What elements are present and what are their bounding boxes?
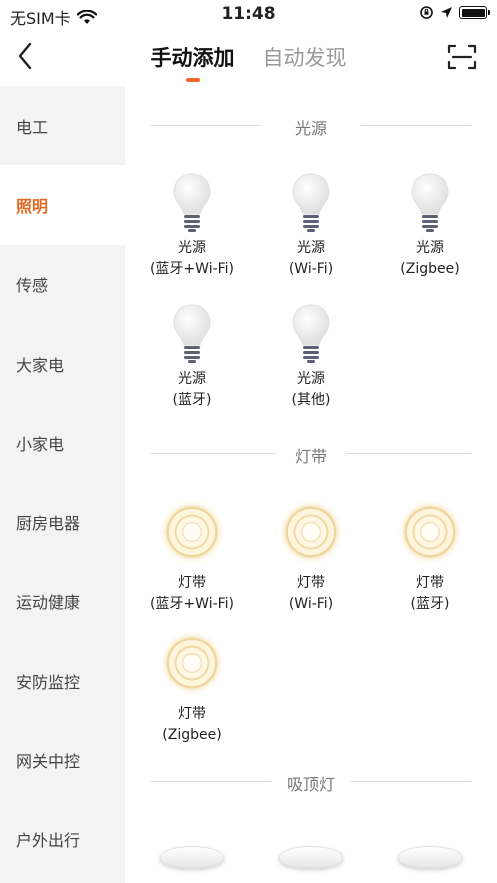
device-tile[interactable] xyxy=(252,826,370,883)
sidebar-item-electrician[interactable]: 电工 xyxy=(0,86,125,165)
sidebar-item-label: 电工 xyxy=(16,117,49,137)
sidebar-item-lighting[interactable]: 照明 xyxy=(0,165,125,245)
device-grid: 光源 光源 (蓝牙+Wi-Fi) 光源 (Wi-Fi) 光源 (Zigbee) xyxy=(125,86,497,883)
device-tile[interactable]: 灯带 (蓝牙+Wi-Fi) xyxy=(133,500,251,615)
sidebar-item-security[interactable]: 安防监控 xyxy=(0,641,125,720)
device-tile[interactable] xyxy=(371,826,489,883)
sidebar-item-large-appliances[interactable]: 大家电 xyxy=(0,324,125,403)
tab-auto-discover[interactable]: 自动发现 xyxy=(249,42,361,72)
sidebar-item-label: 厨房电器 xyxy=(16,514,81,534)
device-variant: (蓝牙) xyxy=(172,392,212,408)
rotation-lock-icon xyxy=(420,6,433,19)
section-title: 吸顶灯 xyxy=(276,775,345,794)
device-name: 灯带 xyxy=(178,706,206,722)
nav-bar: 手动添加 自动发现 xyxy=(0,30,497,84)
sidebar-item-outdoor[interactable]: 户外出行 xyxy=(0,800,125,879)
light-bulb-icon xyxy=(160,170,224,234)
light-strip-icon xyxy=(284,505,338,559)
device-name: 灯带 xyxy=(297,575,325,591)
sidebar-item-kitchen-appliances[interactable]: 厨房电器 xyxy=(0,482,125,561)
location-arrow-icon xyxy=(441,7,452,18)
sidebar-item-small-appliances[interactable]: 小家电 xyxy=(0,403,125,482)
device-name: 光源 xyxy=(178,240,206,256)
device-tile[interactable]: 灯带 (Wi-Fi) xyxy=(252,500,370,615)
device-variant: (其他) xyxy=(291,392,331,408)
device-tile[interactable]: 光源 (其他) xyxy=(252,301,370,411)
scan-icon[interactable] xyxy=(447,43,477,71)
device-variant: (蓝牙+Wi-Fi) xyxy=(149,596,235,612)
light-strip-icon xyxy=(165,636,219,690)
device-tile[interactable]: 光源 (蓝牙) xyxy=(133,301,251,411)
light-bulb-icon xyxy=(398,170,462,234)
device-name: 光源 xyxy=(297,371,325,387)
tab-label: 自动发现 xyxy=(262,46,347,70)
sidebar-item-label: 照明 xyxy=(16,196,49,216)
device-tile[interactable]: 灯带 (蓝牙) xyxy=(371,500,489,615)
device-name: 光源 xyxy=(297,240,325,256)
device-variant: (Zigbee) xyxy=(162,727,222,743)
tab-manual-add[interactable]: 手动添加 xyxy=(137,42,249,82)
section-header-ceiling-light: 吸顶灯 xyxy=(151,771,471,794)
category-sidebar: 电工 照明 传感 大家电 小家电 厨房电器 运动健康 安防监控 网关中控 户外出… xyxy=(0,86,125,883)
sidebar-item-sensors[interactable]: 传感 xyxy=(0,245,125,324)
section-title: 光源 xyxy=(284,119,337,138)
sidebar-item-label: 网关中控 xyxy=(16,752,81,772)
status-bar: 无SIM卡 11:48 xyxy=(0,0,497,30)
device-tile[interactable] xyxy=(133,826,251,883)
device-name: 光源 xyxy=(416,240,444,256)
sidebar-item-sports-health[interactable]: 运动健康 xyxy=(0,562,125,641)
sidebar-item-label: 安防监控 xyxy=(16,672,81,692)
section-header-light-strip: 灯带 xyxy=(151,443,471,466)
device-variant: (Wi-Fi) xyxy=(288,261,334,277)
device-tile[interactable]: 光源 (Wi-Fi) xyxy=(252,170,370,280)
tab-bar: 手动添加 自动发现 xyxy=(0,42,497,82)
active-tab-indicator xyxy=(185,78,200,82)
device-variant: (蓝牙) xyxy=(410,596,450,612)
light-bulb-icon xyxy=(160,301,224,365)
light-strip-icon xyxy=(165,505,219,559)
device-tile[interactable]: 光源 (Zigbee) xyxy=(371,170,489,280)
device-variant: (蓝牙+Wi-Fi) xyxy=(149,261,235,277)
light-bulb-icon xyxy=(279,301,343,365)
sidebar-item-gateway[interactable]: 网关中控 xyxy=(0,720,125,799)
light-strip-icon xyxy=(403,505,457,559)
sidebar-item-label: 传感 xyxy=(16,276,49,296)
device-tile[interactable]: 灯带 (Zigbee) xyxy=(133,631,251,746)
ceiling-light-icon xyxy=(279,846,343,868)
light-bulb-icon xyxy=(279,170,343,234)
device-name: 灯带 xyxy=(178,575,206,591)
device-variant: (Wi-Fi) xyxy=(288,596,334,612)
sidebar-item-label: 运动健康 xyxy=(16,593,81,613)
sidebar-item-label: 户外出行 xyxy=(16,831,81,851)
section-title: 灯带 xyxy=(284,447,337,466)
device-variant: (Zigbee) xyxy=(400,261,460,277)
ceiling-light-icon xyxy=(160,846,224,868)
ceiling-light-icon xyxy=(398,846,462,868)
section-header-light-source: 光源 xyxy=(151,115,471,138)
sidebar-item-label: 大家电 xyxy=(16,355,65,375)
tab-label: 手动添加 xyxy=(150,46,235,70)
battery-icon xyxy=(459,6,490,19)
status-right xyxy=(419,5,490,20)
sidebar-item-label: 小家电 xyxy=(16,434,65,454)
device-name: 灯带 xyxy=(416,575,444,591)
device-tile[interactable]: 光源 (蓝牙+Wi-Fi) xyxy=(133,170,251,280)
device-name: 光源 xyxy=(178,371,206,387)
